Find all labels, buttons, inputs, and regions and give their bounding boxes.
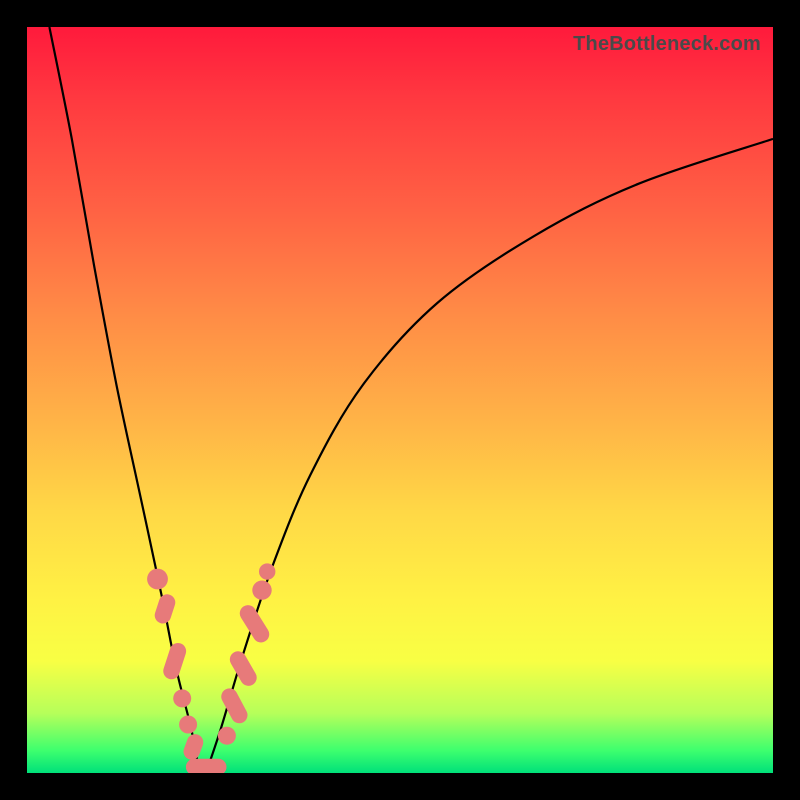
bead-circle [252, 581, 271, 600]
bead-circle [173, 689, 191, 707]
bead-circle [179, 716, 197, 734]
bead-capsule [200, 759, 226, 773]
bead-circle [259, 563, 275, 579]
chart-frame: TheBottleneck.com [0, 0, 800, 800]
bead-capsule [181, 732, 205, 762]
chart-svg [27, 27, 773, 773]
bead-circle [218, 727, 236, 745]
plot-area: TheBottleneck.com [27, 27, 773, 773]
curve-group [49, 27, 773, 773]
bead-capsule [227, 648, 260, 689]
bead-capsule [153, 592, 178, 625]
bead-circle [147, 569, 168, 590]
bead-capsule [237, 602, 273, 645]
bead-group [147, 563, 275, 773]
right-curve [206, 139, 773, 773]
bead-capsule [161, 641, 188, 682]
